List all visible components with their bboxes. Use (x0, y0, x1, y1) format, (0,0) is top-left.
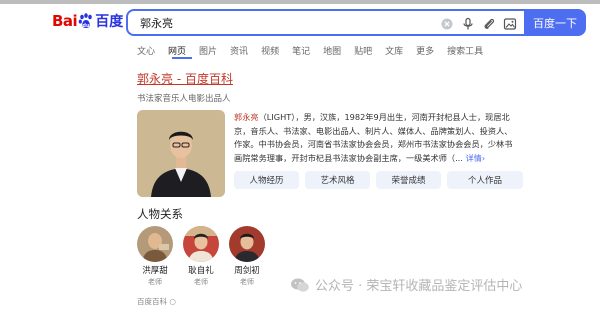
chip-experience[interactable]: 人物经历 (234, 171, 299, 189)
logo-text-latin: Bai (52, 12, 78, 30)
logo-text-chinese: 百度 (95, 14, 124, 30)
person-card[interactable]: 耿自礼 老师 (181, 226, 221, 287)
result-subtitle: 书法家音乐人电影出品人 (137, 94, 231, 104)
desc-line-4: 画院常务理事，开封市杞县书法家协会副主席，一级美术师（... (234, 152, 463, 163)
tab-tieba[interactable]: 贴吧 (354, 44, 372, 57)
tab-wenxin[interactable]: 文心 (137, 44, 155, 57)
tab-notes[interactable]: 笔记 (292, 44, 310, 57)
baidu-logo[interactable]: Bai du 百度 (52, 10, 123, 32)
paw-icon: du (78, 13, 94, 29)
topic-chips: 人物经历 艺术风格 荣誉成绩 个人作品 (234, 171, 523, 189)
chip-honors[interactable]: 荣誉成绩 (376, 171, 441, 189)
person-card[interactable]: 周剑初 老师 (227, 226, 267, 287)
source-label: 百度百科 ○ (137, 297, 176, 306)
details-link[interactable]: 详情 (465, 153, 481, 163)
chip-art-style[interactable]: 艺术风格 (305, 171, 370, 189)
search-button[interactable]: 百度一下 (524, 9, 586, 36)
desc-name: 郭永亮 (234, 112, 259, 122)
image-search-icon[interactable] (503, 16, 517, 30)
attachment-icon[interactable] (482, 16, 496, 30)
search-tabs: 文心 网页 图片 资讯 视频 笔记 地图 贴吧 文库 更多 搜索工具 (137, 44, 496, 57)
tab-more[interactable]: 更多 (416, 44, 434, 57)
avatar (137, 226, 173, 262)
desc-line-2: 京，音乐人、书法家、电影出品人、制片人、媒体人、品牌策划人、投资人、 (234, 125, 513, 136)
tab-news[interactable]: 资讯 (230, 44, 248, 57)
watermark: 公众号 · 荣宝轩收藏品鉴定评估中心 (290, 275, 522, 294)
person-role: 老师 (240, 278, 254, 286)
person-role: 老师 (194, 278, 208, 286)
tab-maps[interactable]: 地图 (323, 44, 341, 57)
desc-line-3: 作家。中书协会员，河南省书法家协会会员，郑州市书法家协会会员，少林书 (234, 139, 513, 149)
person-card[interactable]: 洪厚甜 老师 (135, 226, 175, 287)
search-box[interactable]: 郭永亮 (126, 9, 524, 36)
tab-images[interactable]: 图片 (199, 44, 217, 57)
person-name: 耿自礼 (188, 266, 214, 276)
person-name: 周剑初 (234, 266, 260, 276)
person-role: 老师 (148, 278, 162, 286)
relations-heading: 人物关系 (137, 207, 183, 221)
avatar (183, 226, 219, 262)
active-tab-indicator (172, 57, 192, 59)
svg-text:du: du (83, 23, 91, 29)
result-title-link[interactable]: 郭永亮 - 百度百科 (137, 70, 233, 87)
watermark-text: 公众号 · 荣宝轩收藏品鉴定评估中心 (315, 279, 523, 294)
info-icon: ○ (169, 297, 176, 306)
chip-works[interactable]: 个人作品 (447, 171, 523, 189)
tab-search-tools[interactable]: 搜索工具 (447, 44, 483, 57)
person-photo[interactable] (137, 110, 225, 197)
person-name: 洪厚甜 (142, 266, 168, 276)
tab-video[interactable]: 视频 (261, 44, 279, 57)
top-strip (0, 0, 600, 4)
wechat-icon (290, 277, 310, 293)
search-input[interactable]: 郭永亮 (140, 15, 173, 31)
microphone-icon[interactable] (461, 16, 475, 30)
result-description: 郭永亮（LIGHT），男，汉族，1982年9月出生，河南开封杞县人士，现居北 京… (234, 111, 524, 165)
tab-web[interactable]: 网页 (168, 44, 186, 57)
desc-line-1: （LIGHT），男，汉族，1982年9月出生，河南开封杞县人士，现居北 (258, 112, 510, 122)
avatar (229, 226, 265, 262)
chevron-right-icon: › (481, 152, 486, 163)
clear-icon[interactable] (440, 16, 454, 30)
tab-wenku[interactable]: 文库 (385, 44, 403, 57)
